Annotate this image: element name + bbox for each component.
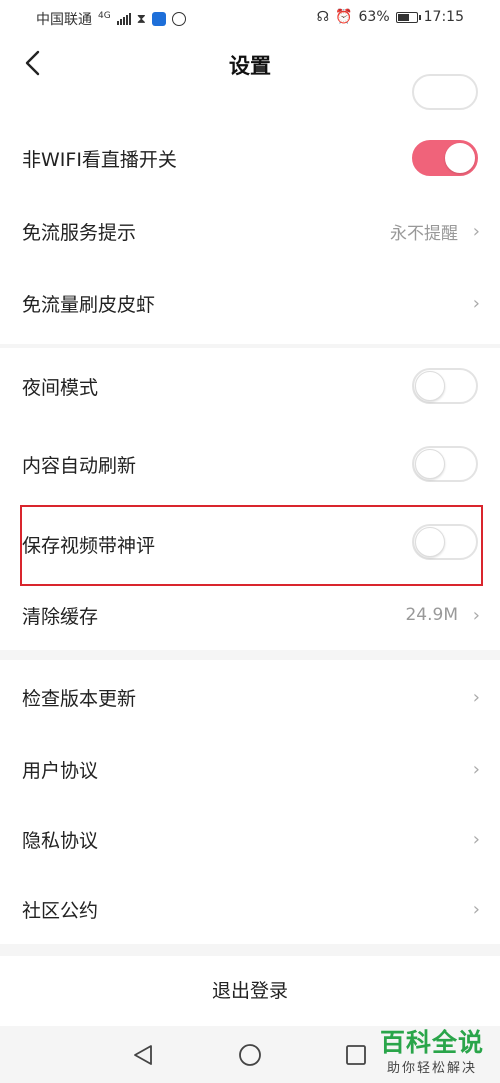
signal-icon bbox=[116, 13, 131, 25]
setting-community-rules[interactable]: 社区公约 › bbox=[0, 874, 500, 944]
live-non-wifi-toggle[interactable] bbox=[412, 140, 478, 176]
setting-auto-refresh[interactable]: 内容自动刷新 bbox=[0, 424, 500, 504]
setting-label: 隐私协议 bbox=[22, 829, 99, 852]
chevron-right-icon: › bbox=[472, 686, 480, 708]
nav-recents-icon[interactable] bbox=[344, 1043, 368, 1067]
setting-label: 非WIFI看直播开关 bbox=[22, 148, 177, 171]
watermark-subtitle: 助你轻松解决 bbox=[386, 1061, 477, 1076]
chevron-right-icon: › bbox=[472, 220, 480, 242]
setting-label: 检查版本更新 bbox=[22, 687, 137, 710]
night-mode-toggle[interactable] bbox=[412, 368, 478, 404]
setting-label: 夜间模式 bbox=[22, 376, 99, 399]
setting-label: 清除缓存 bbox=[22, 605, 99, 628]
setting-label: 内容自动刷新 bbox=[22, 454, 137, 477]
setting-value: 24.9M bbox=[405, 605, 458, 625]
battery-icon bbox=[395, 11, 421, 23]
partial-toggle-above bbox=[412, 74, 478, 110]
chevron-right-icon: › bbox=[472, 292, 480, 314]
app-notification-icon-2 bbox=[171, 12, 186, 26]
setting-clear-cache[interactable]: 清除缓存 24.9M › bbox=[0, 584, 500, 646]
chevron-right-icon: › bbox=[472, 898, 480, 920]
status-bar: 中国联通 4G ⧗ ☊ ⏰ 63% 17:15 bbox=[0, 0, 500, 36]
setting-label: 免流服务提示 bbox=[22, 221, 137, 244]
auto-refresh-toggle[interactable] bbox=[412, 446, 478, 482]
nav-home-icon[interactable] bbox=[238, 1043, 262, 1067]
alarm-icon: ⏰ bbox=[335, 9, 353, 25]
logout-button[interactable]: 退出登录 bbox=[0, 956, 500, 1026]
setting-value: 永不提醒 bbox=[390, 223, 458, 244]
setting-check-update[interactable]: 检查版本更新 › bbox=[0, 660, 500, 734]
settings-group-3: 检查版本更新 › 用户协议 › 隐私协议 › 社区公约 › bbox=[0, 660, 500, 944]
nav-back-icon[interactable] bbox=[131, 1043, 155, 1067]
setting-privacy-agreement[interactable]: 隐私协议 › bbox=[0, 804, 500, 874]
watermark-logo: 百科全说 助你轻松解决 bbox=[380, 1023, 484, 1076]
setting-label: 用户协议 bbox=[22, 759, 99, 782]
network-label: 4G bbox=[98, 11, 111, 21]
settings-group-2: 夜间模式 内容自动刷新 保存视频带神评 清除缓存 24.9M › bbox=[0, 348, 500, 650]
setting-free-traffic-tip[interactable]: 免流服务提示 永不提醒 › bbox=[0, 194, 500, 268]
setting-live-non-wifi[interactable]: 非WIFI看直播开关 bbox=[0, 116, 500, 200]
carrier-label: 中国联通 bbox=[36, 12, 92, 28]
setting-free-traffic-skin[interactable]: 免流量刷皮皮虾 › bbox=[0, 266, 500, 340]
headset-icon: ☊ bbox=[316, 9, 330, 25]
settings-group-1: 非WIFI看直播开关 免流服务提示 永不提醒 › 免流量刷皮皮虾 › bbox=[0, 74, 500, 344]
chevron-right-icon: › bbox=[472, 604, 480, 626]
watermark-title: 百科全说 bbox=[379, 1028, 484, 1057]
setting-user-agreement[interactable]: 用户协议 › bbox=[0, 734, 500, 804]
battery-percent: 63% bbox=[358, 9, 390, 25]
app-notification-icon bbox=[151, 12, 166, 26]
clock: 17:15 bbox=[423, 9, 464, 25]
chevron-right-icon: › bbox=[472, 828, 480, 850]
highlight-box bbox=[20, 505, 483, 586]
setting-label: 免流量刷皮皮虾 bbox=[22, 293, 156, 316]
setting-night-mode[interactable]: 夜间模式 bbox=[0, 348, 500, 424]
hourglass-icon: ⧗ bbox=[136, 11, 146, 27]
chevron-right-icon: › bbox=[472, 758, 480, 780]
setting-label: 社区公约 bbox=[22, 899, 99, 922]
